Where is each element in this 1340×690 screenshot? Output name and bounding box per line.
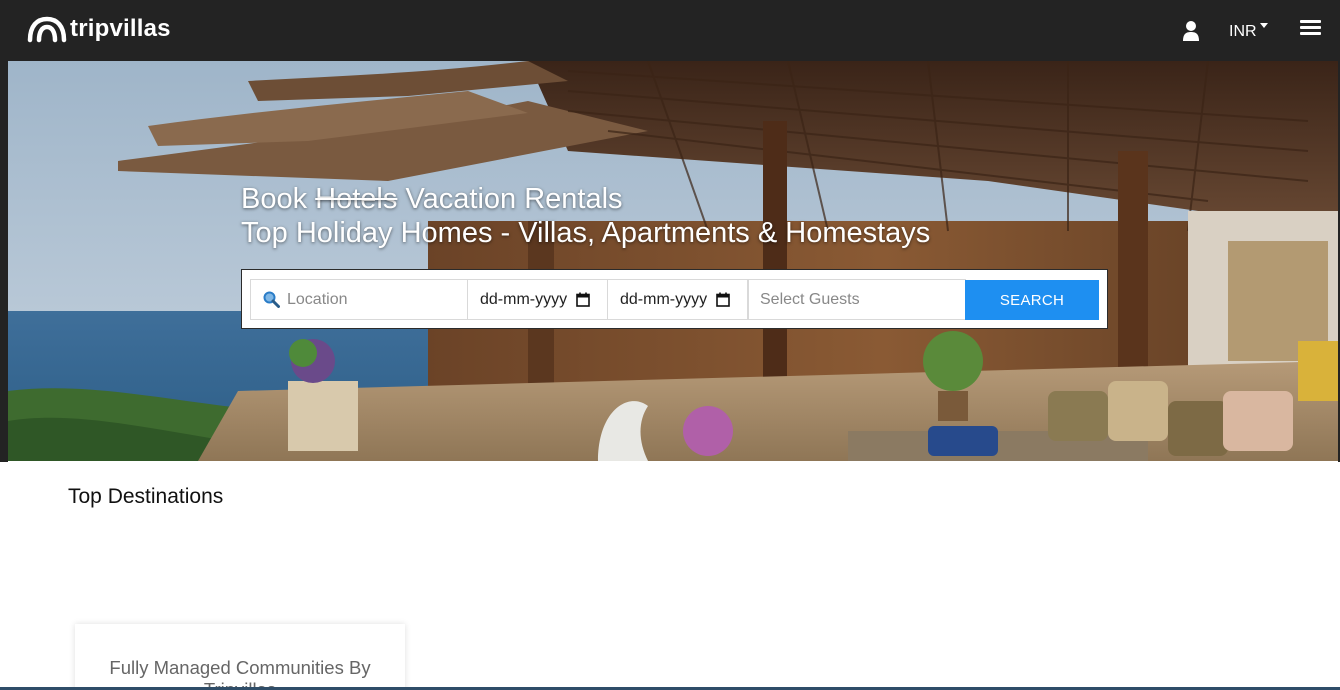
brand-logo[interactable]: tripvillas — [27, 14, 171, 44]
hero-subtitle: Top Holiday Homes - Villas, Apartments &… — [241, 217, 931, 249]
managed-communities-card[interactable]: Fully Managed Communities By Tripvillas — [75, 624, 405, 690]
checkout-date-input[interactable]: dd-mm-yyyy — [607, 279, 748, 320]
page: tripvillas INR Book Hotels Vacation Rent… — [0, 0, 1340, 690]
currency-label: INR — [1229, 23, 1257, 40]
search-icon — [263, 291, 280, 308]
user-icon[interactable] — [1182, 20, 1200, 42]
guests-select[interactable]: Select Guests — [748, 279, 966, 320]
location-input[interactable]: Location — [250, 279, 468, 320]
currency-selector[interactable]: INR — [1229, 22, 1268, 42]
calendar-icon[interactable] — [716, 292, 730, 307]
top-navbar: tripvillas INR — [0, 0, 1340, 61]
guests-placeholder: Select Guests — [760, 290, 860, 308]
checkin-date-value: dd-mm-yyyy — [480, 290, 568, 308]
hero-headline: Book Hotels Vacation Rentals Top Holiday… — [241, 182, 930, 250]
hamburger-menu-icon[interactable] — [1300, 20, 1322, 38]
chevron-down-icon — [1259, 23, 1268, 28]
hero-title-book: Book — [241, 183, 308, 215]
checkout-date-value: dd-mm-yyyy — [620, 290, 708, 308]
left-edge — [0, 0, 8, 462]
hero-title-struck: Hotels — [315, 183, 398, 215]
location-placeholder: Location — [287, 290, 348, 308]
checkin-date-input[interactable]: dd-mm-yyyy — [467, 279, 608, 320]
tripvillas-logo-icon — [27, 16, 67, 43]
hero-title-rest: Vacation Rentals — [405, 183, 623, 215]
search-button[interactable]: SEARCH — [965, 280, 1099, 320]
brand-name: tripvillas — [70, 15, 171, 42]
hero-banner: Book Hotels Vacation Rentals Top Holiday… — [8, 61, 1338, 461]
hero-photo — [8, 61, 1338, 461]
search-form: Location dd-mm-yyyy dd-mm-yyyy Select Gu… — [241, 269, 1108, 329]
calendar-icon[interactable] — [576, 292, 590, 307]
card-title: Fully Managed Communities By Tripvillas — [109, 657, 371, 690]
top-destinations-heading: Top Destinations — [68, 485, 224, 508]
hero-title: Book Hotels Vacation Rentals — [241, 182, 930, 216]
